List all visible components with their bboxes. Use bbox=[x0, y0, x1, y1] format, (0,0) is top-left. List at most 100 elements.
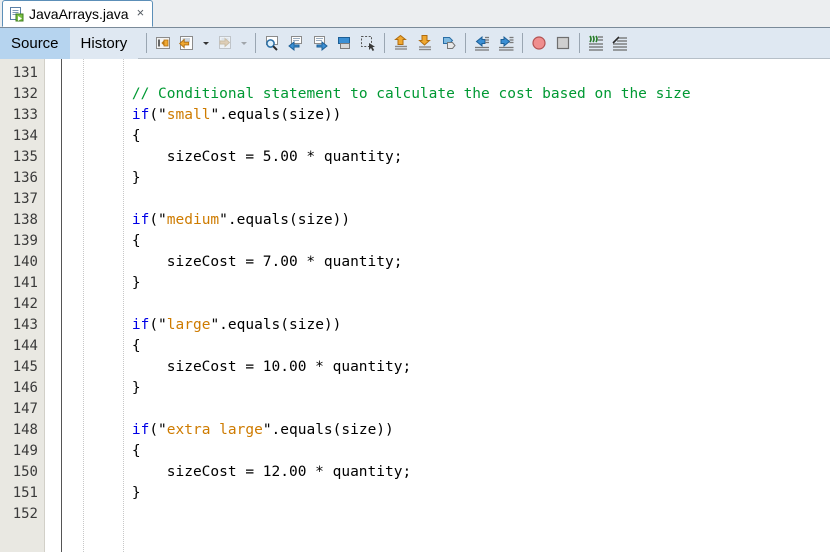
toggle-bookmark-icon[interactable] bbox=[390, 32, 412, 54]
code-token: ".equals(size)) bbox=[210, 107, 342, 123]
next-bookmark-icon[interactable] bbox=[414, 32, 436, 54]
back-dropdown-icon[interactable] bbox=[200, 32, 212, 54]
line-number: 134 bbox=[12, 128, 38, 144]
line-number: 131 bbox=[12, 65, 38, 81]
code-line: } bbox=[62, 273, 830, 294]
previous-bookmark-icon[interactable] bbox=[357, 32, 379, 54]
glyph-margin bbox=[45, 59, 62, 552]
file-tab-javaarrays[interactable]: JavaArrays.java × bbox=[2, 0, 154, 27]
java-file-icon bbox=[9, 6, 25, 22]
code-token: sizeCost = 5.00 * quantity; bbox=[62, 149, 403, 165]
toolbar-separator bbox=[384, 33, 386, 53]
code-token: ".equals(size)) bbox=[262, 422, 394, 438]
line-number: 150 bbox=[12, 464, 38, 480]
file-tab-label: JavaArrays.java bbox=[29, 5, 129, 22]
toolbar-separator bbox=[146, 33, 148, 53]
forward-dropdown-icon[interactable] bbox=[238, 32, 250, 54]
code-pane[interactable]: // Conditional statement to calculate th… bbox=[62, 59, 830, 552]
source-code-text[interactable]: // Conditional statement to calculate th… bbox=[62, 63, 830, 525]
comment-icon[interactable] bbox=[585, 32, 607, 54]
line-number: 132 bbox=[12, 86, 38, 102]
shift-right-icon[interactable] bbox=[495, 32, 517, 54]
netbeans-editor-window: JavaArrays.java × Source History 131 132… bbox=[0, 0, 830, 552]
code-line: } bbox=[62, 168, 830, 189]
code-line: if("medium".equals(size)) bbox=[62, 210, 830, 231]
code-token: if bbox=[131, 107, 150, 123]
code-line: if("extra large".equals(size)) bbox=[62, 420, 830, 441]
line-number: 140 bbox=[12, 254, 38, 270]
code-token: large bbox=[166, 317, 211, 333]
code-token: if bbox=[131, 422, 150, 438]
find-next-icon[interactable] bbox=[309, 32, 331, 54]
line-number: 146 bbox=[12, 380, 38, 396]
tab-history[interactable]: History bbox=[69, 27, 139, 59]
stop-macro-recording-icon[interactable] bbox=[552, 32, 574, 54]
last-edit-icon[interactable] bbox=[152, 32, 174, 54]
line-number: 147 bbox=[12, 401, 38, 417]
editor-toolbar: Source History bbox=[0, 27, 830, 59]
forward-icon[interactable] bbox=[214, 32, 236, 54]
code-line: if("small".equals(size)) bbox=[62, 105, 830, 126]
code-token: (" bbox=[149, 422, 167, 438]
code-token: { bbox=[62, 128, 141, 144]
line-number: 137 bbox=[12, 191, 38, 207]
code-line: { bbox=[62, 441, 830, 462]
code-token: (" bbox=[149, 107, 167, 123]
code-token: } bbox=[62, 275, 141, 291]
code-editor[interactable]: 131 132 133 134 135 136 137 138 139 140 141 142 143 1… bbox=[0, 59, 830, 552]
toolbar-separator bbox=[255, 33, 257, 53]
line-number: 135 bbox=[12, 149, 38, 165]
code-line: if("large".equals(size)) bbox=[62, 315, 830, 336]
code-token: (" bbox=[149, 212, 167, 228]
code-line: } bbox=[62, 378, 830, 399]
code-token: } bbox=[62, 485, 141, 501]
line-number: 139 bbox=[12, 233, 38, 249]
code-token: // Conditional statement to calculate th… bbox=[131, 86, 691, 102]
shift-left-icon[interactable] bbox=[471, 32, 493, 54]
code-line: { bbox=[62, 231, 830, 252]
code-token: } bbox=[62, 380, 141, 396]
code-token: } bbox=[62, 170, 141, 186]
find-selection-icon[interactable] bbox=[261, 32, 283, 54]
line-number: 145 bbox=[12, 359, 38, 375]
toolbar-separator bbox=[465, 33, 467, 53]
line-number: 152 bbox=[12, 506, 38, 522]
close-icon[interactable]: × bbox=[137, 6, 148, 21]
code-line: } bbox=[62, 483, 830, 504]
code-token: medium bbox=[166, 212, 220, 228]
previous-error-icon[interactable] bbox=[438, 32, 460, 54]
line-number: 136 bbox=[12, 170, 38, 186]
line-number: 151 bbox=[12, 485, 38, 501]
line-number: 138 bbox=[12, 212, 38, 228]
back-icon[interactable] bbox=[176, 32, 198, 54]
code-line: sizeCost = 5.00 * quantity; bbox=[62, 147, 830, 168]
editor-tab-bar: JavaArrays.java × bbox=[0, 0, 830, 28]
code-token: ".equals(size)) bbox=[210, 317, 342, 333]
line-number-gutter: 131 132 133 134 135 136 137 138 139 140 141 142 143 1… bbox=[0, 59, 45, 552]
toolbar-separator bbox=[522, 33, 524, 53]
line-number: 133 bbox=[12, 107, 38, 123]
find-previous-icon[interactable] bbox=[285, 32, 307, 54]
line-number: 141 bbox=[12, 275, 38, 291]
code-token: if bbox=[131, 212, 150, 228]
code-line: sizeCost = 10.00 * quantity; bbox=[62, 357, 830, 378]
code-token: small bbox=[166, 107, 211, 123]
tab-source[interactable]: Source bbox=[0, 27, 70, 59]
line-number: 144 bbox=[12, 338, 38, 354]
code-line: { bbox=[62, 126, 830, 147]
toolbar-separator bbox=[579, 33, 581, 53]
toggle-rect-selection-icon[interactable] bbox=[333, 32, 355, 54]
uncomment-icon[interactable] bbox=[609, 32, 631, 54]
code-token: ".equals(size)) bbox=[219, 212, 351, 228]
start-macro-recording-icon[interactable] bbox=[528, 32, 550, 54]
code-line: sizeCost = 12.00 * quantity; bbox=[62, 462, 830, 483]
